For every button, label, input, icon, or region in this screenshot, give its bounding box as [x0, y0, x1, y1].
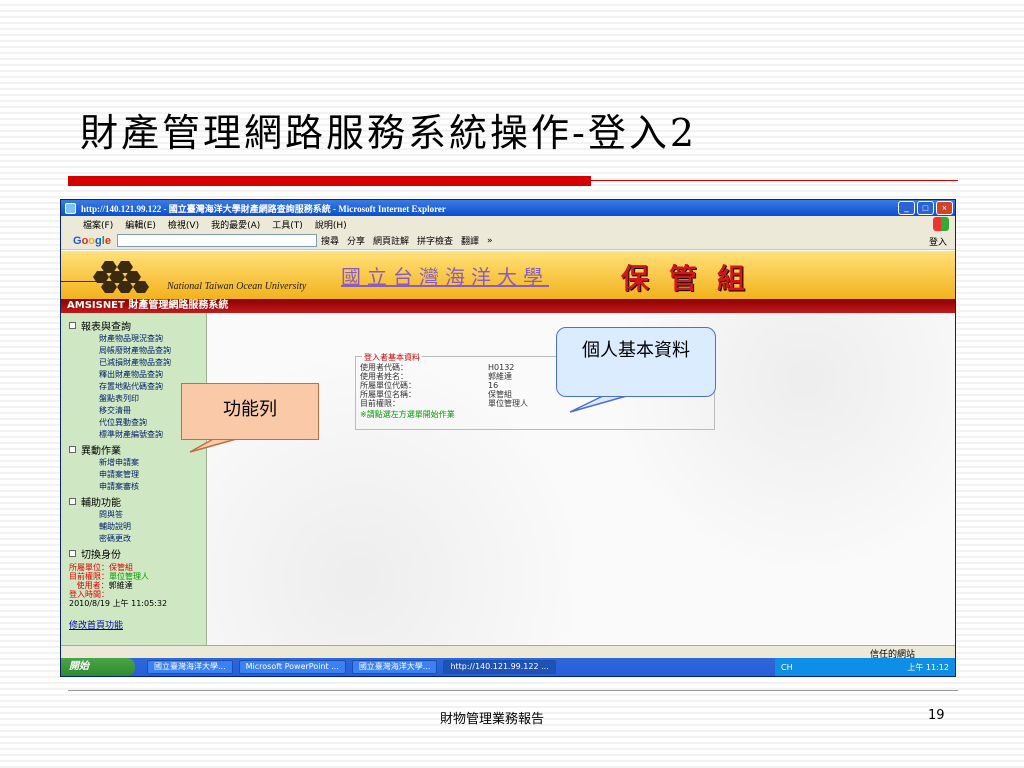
menu-help[interactable]: 說明(H) — [315, 218, 347, 231]
minimize-button[interactable]: _ — [898, 201, 915, 215]
nav-group-aux[interactable]: 輔助功能 — [69, 494, 206, 509]
clock: 上午 11:12 — [907, 662, 949, 672]
checkbox-icon — [69, 446, 76, 453]
google-toolbar: Google 搜尋 分享 網頁註解 拼字檢查 翻譯 » 登入 — [61, 232, 955, 250]
checkbox-icon — [69, 498, 76, 505]
nav-item[interactable]: 已減損財產物品查詢 — [69, 357, 206, 369]
nav-group-transactions[interactable]: 異動作業 — [69, 442, 206, 457]
taskbar-item-active[interactable]: http://140.121.99.122 ... — [443, 660, 556, 674]
nav-group-switch-role[interactable]: 切換身份 — [69, 546, 206, 561]
browser-title: http://140.121.99.122 - 國立臺灣海洋大學財產網路查詢服務… — [81, 203, 446, 214]
slide-footer: 財物管理業務報告 — [440, 712, 545, 727]
function-sidebar: 報表與查詢 財產物品現況查詢 局帳廢財產物品查詢 已減損財產物品查詢 釋出財產物… — [61, 313, 207, 645]
language-indicator[interactable]: CH — [781, 663, 793, 672]
close-button[interactable]: × — [936, 201, 953, 215]
menu-file[interactable]: 檔案(F) — [83, 218, 113, 231]
checkbox-icon — [69, 322, 76, 329]
nav-item[interactable]: 釋出財產物品查詢 — [69, 369, 206, 381]
nav-item[interactable]: 新增申請案 — [69, 457, 206, 469]
system-title-bar: AMSISNET 財產管理網路服務系統 — [61, 299, 955, 313]
nav-item[interactable]: 局帳廢財產物品查詢 — [69, 345, 206, 357]
nav-item[interactable]: 密碼更改 — [69, 533, 206, 545]
ie-icon — [65, 202, 76, 214]
info-row: 目前權限： 單位管理人 — [360, 399, 528, 408]
menu-tools[interactable]: 工具(T) — [272, 218, 303, 231]
title-rule — [68, 176, 591, 186]
maximize-button[interactable]: □ — [917, 201, 934, 215]
nav-item[interactable]: 問與答 — [69, 509, 206, 521]
google-search-input[interactable] — [116, 234, 317, 247]
toolbar-annotate[interactable]: 網頁註解 — [373, 234, 409, 247]
nav-item[interactable]: 輔助說明 — [69, 521, 206, 533]
taskbar-item[interactable]: 國立臺灣海洋大學... — [147, 660, 233, 674]
toolbar-translate[interactable]: 翻譯 — [461, 234, 479, 247]
taskbar-item[interactable]: 國立臺灣海洋大學... — [351, 660, 438, 674]
footer-rule — [68, 690, 958, 691]
slide-title: 財產管理網路服務系統操作-登入2 — [80, 111, 698, 155]
user-info-legend: 登入者基本資料 — [362, 352, 422, 363]
callout-personal-info: 個人基本資料 — [556, 327, 716, 397]
nav-item[interactable]: 申請案審核 — [69, 481, 206, 493]
menu-edit[interactable]: 編輯(E) — [125, 218, 156, 231]
system-tray: CH 上午 11:12 — [775, 658, 955, 676]
menu-bar: 檔案(F) 編輯(E) 檢視(V) 我的最愛(A) 工具(T) 說明(H) — [61, 216, 955, 232]
department-name: 保管組 — [621, 262, 766, 295]
toolbar-more[interactable]: » — [487, 236, 493, 246]
toolbar-spellcheck[interactable]: 拼字檢查 — [417, 234, 453, 247]
toolbar-login[interactable]: 登入 — [929, 235, 947, 248]
session-info: 所屬單位：保管組 目前權限：單位管理人 使用者：郭維達 登入時間： 2010/8… — [69, 563, 168, 608]
menu-favorites[interactable]: 我的最愛(A) — [211, 218, 260, 231]
instruction-note: ※請點選左方選單開始作業 — [360, 410, 455, 419]
nav-group-reports[interactable]: 報表與查詢 — [69, 318, 206, 333]
windows-taskbar: 開始 國立臺灣海洋大學... Microsoft PowerPoint ... … — [61, 658, 955, 676]
university-name-zh: 國立台灣海洋大學 — [341, 265, 549, 289]
windows-logo-icon — [933, 217, 949, 231]
checkbox-icon — [69, 550, 76, 557]
edit-home-link[interactable]: 修改首頁功能 — [69, 618, 206, 631]
callout-function-bar: 功能列 — [181, 383, 319, 440]
start-button[interactable]: 開始 — [61, 658, 135, 676]
nav-item[interactable]: 申請案管理 — [69, 469, 206, 481]
toolbar-share[interactable]: 分享 — [347, 234, 365, 247]
nav-item[interactable]: 財產物品現況查詢 — [69, 333, 206, 345]
university-name-en: National Taiwan Ocean University — [167, 281, 307, 292]
hexagon-logo-icon — [91, 259, 161, 293]
toolbar-search[interactable]: 搜尋 — [321, 234, 339, 247]
google-logo: Google — [73, 234, 111, 247]
title-rule-thin — [591, 180, 958, 181]
taskbar-item[interactable]: Microsoft PowerPoint ... — [238, 660, 346, 674]
menu-view[interactable]: 檢視(V) — [168, 218, 199, 231]
app-header: National Taiwan Ocean University 國立台灣海洋大… — [61, 251, 955, 299]
browser-titlebar: http://140.121.99.122 - 國立臺灣海洋大學財產網路查詢服務… — [61, 200, 955, 216]
browser-statusbar: 信任的網站 — [61, 645, 955, 660]
page-number: 19 — [928, 708, 945, 723]
